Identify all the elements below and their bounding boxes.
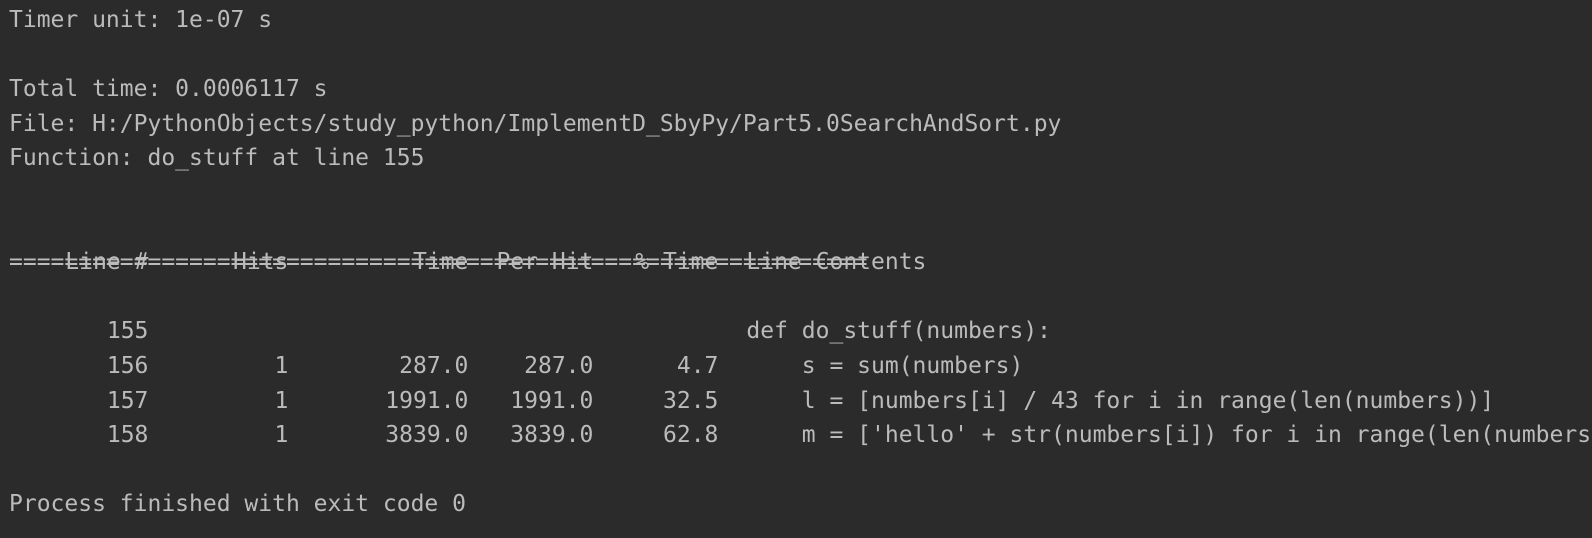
row-pct-time: 4.7: [676, 352, 719, 379]
file-path-line: File: H:/PythonObjects/study_python/Impl…: [9, 110, 1062, 137]
row-time: 3839.0: [385, 422, 469, 449]
row-hits: 1: [274, 387, 289, 414]
row-per-hit: 3839.0: [510, 422, 594, 449]
row-pct-time: 32.5: [663, 387, 719, 414]
row-line-number: 156: [106, 352, 149, 379]
timer-unit-line: Timer unit: 1e-07 s: [9, 7, 273, 33]
row-hits: 1: [274, 422, 289, 449]
process-exit-line: Process finished with exit code 0: [9, 491, 466, 518]
total-time-line: Total time: 0.0006117 s: [9, 76, 328, 103]
row-per-hit: 1991.0: [510, 387, 594, 414]
table-separator: ========================================…: [9, 249, 868, 276]
row-line-contents: def do_stuff(numbers):: [746, 318, 1052, 345]
table-row: 155 def do_stuff(numbers):: [9, 280, 1592, 344]
run-console-output[interactable]: Timer unit: 1e-07 s Total time: 0.000611…: [0, 0, 1592, 538]
row-line-contents: l = [numbers[i] / 43 for i in range(len(…: [746, 387, 1495, 414]
function-line: Function: do_stuff at line 155: [9, 145, 425, 172]
row-line-number: 155: [106, 318, 149, 345]
row-line-contents: s = sum(numbers): [746, 352, 1024, 379]
row-time: 287.0: [399, 352, 469, 379]
row-line-contents: m = ['hello' + str(numbers[i]) for i in …: [746, 422, 1592, 449]
row-per-hit: 287.0: [524, 352, 594, 379]
row-line-number: 157: [106, 387, 149, 414]
row-time: 1991.0: [385, 387, 469, 414]
row-line-number: 158: [106, 422, 149, 449]
row-hits: 1: [274, 352, 289, 379]
table-header-row: Line # Hits Time Per Hit% Time Line Contents: [9, 211, 1592, 275]
row-pct-time: 62.8: [663, 422, 719, 449]
